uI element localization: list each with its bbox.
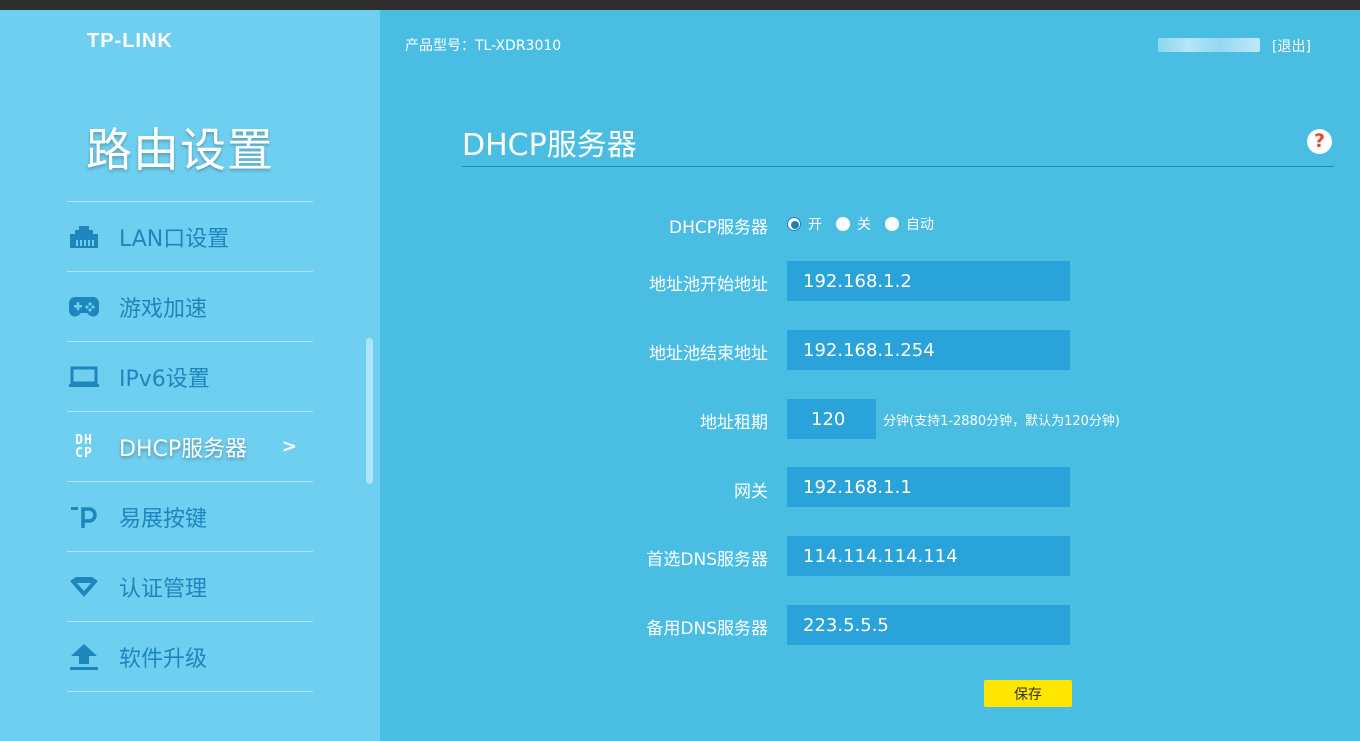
sidebar-item-label: 易展按键	[119, 506, 208, 532]
sidebar-item-upgrade[interactable]: 软件升级	[67, 621, 313, 692]
radio-off-label: 关	[857, 217, 871, 233]
logout-link[interactable]: [退出]	[1272, 36, 1311, 56]
dns-backup-label: 备用DNS服务器	[646, 619, 768, 639]
dns-backup-input[interactable]	[787, 605, 1070, 645]
sidebar-scrollbar[interactable]	[366, 338, 373, 484]
dns-primary-input[interactable]	[787, 536, 1070, 576]
help-icon[interactable]: ?	[1307, 129, 1332, 154]
radio-on[interactable]: 开	[787, 214, 822, 234]
pool-end-input[interactable]	[787, 330, 1070, 370]
sidebar-title: 路由设置	[86, 123, 274, 177]
dhcp-server-radio-group: 开 关 自动	[787, 214, 948, 234]
save-button[interactable]: 保存	[984, 680, 1072, 707]
chevron-right-icon: >	[281, 436, 297, 457]
lease-time-label: 地址租期	[700, 413, 768, 433]
sidebar-item-label: DHCP服务器	[119, 436, 248, 462]
gamepad-icon	[68, 293, 100, 321]
monitor-icon	[68, 363, 100, 391]
sidebar: TP-LINK 路由设置 LAN口设置 游戏加速 IPv6设置 DH CP DH…	[0, 10, 380, 741]
radio-on-label: 开	[808, 217, 822, 233]
sidebar-item-label: 认证管理	[119, 576, 208, 602]
dns-primary-label: 首选DNS服务器	[646, 550, 768, 570]
sidebar-item-lan[interactable]: LAN口设置	[67, 201, 313, 271]
lan-port-icon	[68, 223, 100, 251]
radio-off-button[interactable]	[836, 217, 850, 231]
pool-start-input[interactable]	[787, 261, 1070, 301]
lease-time-hint: 分钟(支持1-2880分钟，默认为120分钟)	[883, 414, 1121, 429]
radio-auto-label: 自动	[906, 217, 934, 233]
dhcp-icon-text-bottom: CP	[75, 445, 93, 461]
pool-start-label: 地址池开始地址	[649, 275, 768, 295]
username-redacted	[1158, 38, 1260, 52]
sidebar-item-label: IPv6设置	[119, 366, 210, 392]
gateway-input[interactable]	[787, 467, 1070, 507]
sidebar-item-label: LAN口设置	[119, 226, 230, 252]
upload-icon	[68, 643, 100, 671]
radio-on-button[interactable]	[787, 217, 801, 231]
brand-logo: TP-LINK	[87, 30, 173, 52]
sidebar-item-ipv6[interactable]: IPv6设置	[67, 341, 313, 411]
sidebar-item-easymesh[interactable]: 易展按键	[67, 481, 313, 551]
title-divider	[462, 166, 1334, 167]
window-top-bar	[0, 0, 1360, 10]
pool-end-label: 地址池结束地址	[649, 344, 768, 364]
sidebar-item-label: 游戏加速	[119, 296, 208, 322]
radio-auto[interactable]: 自动	[885, 214, 934, 234]
product-model: 产品型号：TL-XDR3010	[405, 38, 562, 54]
sidebar-item-game-boost[interactable]: 游戏加速	[67, 271, 313, 341]
radio-auto-button[interactable]	[885, 217, 899, 231]
page-title: DHCP服务器	[462, 128, 637, 163]
dhcp-server-label: DHCP服务器	[669, 218, 768, 238]
sidebar-item-label: 软件升级	[119, 646, 208, 672]
gateway-label: 网关	[734, 482, 768, 502]
dhcp-icon: DH CP	[68, 433, 100, 461]
diamond-icon	[68, 573, 100, 601]
sidebar-menu: LAN口设置 游戏加速 IPv6设置 DH CP DHCP服务器 > 易展按键 …	[67, 201, 313, 692]
radio-off[interactable]: 关	[836, 214, 871, 234]
sidebar-item-auth[interactable]: 认证管理	[67, 551, 313, 621]
sidebar-item-dhcp[interactable]: DH CP DHCP服务器 >	[67, 411, 313, 481]
lease-time-input[interactable]	[787, 399, 876, 439]
easymesh-icon	[68, 503, 100, 531]
